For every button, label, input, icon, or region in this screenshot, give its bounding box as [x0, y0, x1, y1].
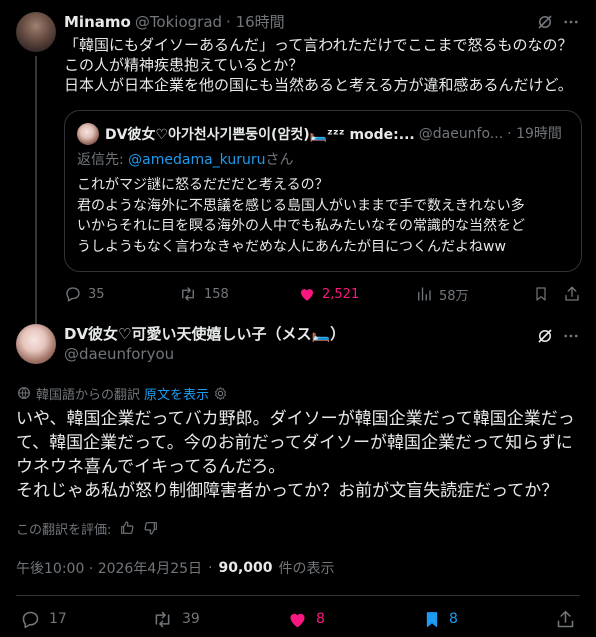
parent-like-count: 2,521 [322, 286, 360, 302]
quoted-header: DV彼女♡아가천사기쁜둥이(암컷)🛏️ᶻᶻᶻ mode:... @daeunfo… [105, 123, 562, 145]
main-tweet-text: いや、韓国企業だってバカ野郎。ダイソーが韓国企業だって韓国企業だっ て、韓国企業… [16, 407, 586, 503]
parent-text-line: 日本人が日本企業を他の国にも当然あると考える方が違和感あるんだけど。 [64, 76, 573, 94]
parent-time[interactable]: · 16時間 [226, 12, 285, 32]
parent-share-button[interactable] [562, 284, 582, 304]
quoted-text-line: 君のような海外に不思議を感じる島国人がいままで手で数えきれない多 [77, 197, 525, 214]
timestamp[interactable]: 午後10:00 · 2026年4月25日 [16, 558, 202, 578]
thumbs-down-icon[interactable] [143, 520, 159, 536]
main-retweet-count: 39 [182, 611, 200, 627]
main-like-count: 8 [316, 611, 325, 627]
timestamp-row: 午後10:00 · 2026年4月25日 · 90,000 件の表示 [16, 558, 335, 578]
parent-tweet-text: 「韓国にもダイソーあるんだ」って言われただけでここまで怒るものなの？ この人が精… [64, 35, 584, 95]
quoted-text-line: これがマジ謎に怒るだだだと考えるの？ [77, 177, 329, 193]
main-text-line: ウネウネ喜んでイキってるんだろ。 [16, 457, 286, 477]
parent-display-name[interactable]: Minamo [64, 13, 131, 31]
quoted-avatar [77, 123, 99, 145]
like-icon [301, 289, 313, 301]
views-value: 90,000 [218, 560, 273, 576]
main-reply-button[interactable]: 17 [20, 608, 67, 630]
quoted-text-line: うしようもなく言わなきゃだめな人にあんたが目につくんだよねww [77, 238, 506, 255]
grok-icon[interactable] [535, 12, 555, 32]
more-icon[interactable] [561, 12, 581, 32]
settings-icon[interactable] [213, 386, 228, 401]
retweet-icon [155, 611, 170, 627]
rate-translation-label: この翻訳を評価: [16, 522, 112, 538]
parent-header: Minamo @Tokiograd · 16時間 [64, 12, 285, 32]
translation-label: 韓国語からの翻訳 [36, 387, 141, 403]
main-like-button[interactable]: 8 [287, 608, 325, 630]
share-icon [565, 286, 579, 301]
main-retweet-button[interactable]: 39 [151, 608, 200, 630]
quoted-reply-to: 返信先: @amedama_kururuさん [77, 151, 294, 170]
show-original-link[interactable]: 原文を表示 [144, 384, 209, 403]
main-bookmark-count: 8 [449, 611, 458, 627]
parent-reply-button[interactable]: 35 [64, 284, 105, 304]
main-reply-count: 17 [49, 611, 67, 627]
bookmark-icon [536, 287, 546, 301]
main-avatar[interactable] [16, 324, 56, 364]
quoted-text: これがマジ謎に怒るだだだと考えるの？ 君のような海外に不思議を感じる島国人がいま… [77, 175, 573, 257]
parent-retweet-button[interactable]: 158 [178, 284, 229, 304]
main-bookmark-button[interactable]: 8 [423, 608, 458, 630]
bookmark-icon [426, 611, 438, 627]
actions-divider [16, 595, 580, 596]
parent-retweet-count: 158 [204, 286, 229, 302]
like-icon [290, 613, 305, 627]
main-display-name[interactable]: DV彼女♡可愛い天使嬉しい子（メス🛏️） [64, 324, 345, 344]
main-text-line: それじゃあ私が怒り制御障害者かってか？お前が文盲失読症だってか？ [16, 481, 559, 501]
retweet-icon [182, 287, 194, 301]
parent-handle[interactable]: @Tokiograd [135, 12, 222, 32]
reply-icon [22, 611, 39, 628]
dot-separator: · [208, 560, 213, 576]
main-more-icon[interactable] [561, 326, 581, 346]
parent-text-line: この人が精神疾患抱えているとか？ [64, 56, 304, 74]
parent-views-count: 58万 [439, 288, 469, 304]
main-handle[interactable]: @daeunforyou [64, 344, 345, 364]
quoted-tweet-card[interactable]: DV彼女♡아가천사기쁜둥이(암컷)🛏️ᶻᶻᶻ mode:... @daeunfo… [64, 110, 582, 272]
quoted-handle: @daeunfo... [418, 125, 504, 142]
parent-reply-count: 35 [88, 286, 105, 302]
reply-icon [66, 287, 80, 302]
main-grok-icon[interactable] [535, 326, 555, 346]
parent-avatar[interactable] [16, 12, 56, 52]
quoted-display-name: DV彼女♡아가천사기쁜둥이(암컷)🛏️ᶻᶻᶻ mode:... [105, 127, 415, 143]
translation-note: 韓国語からの翻訳 原文を表示 [16, 384, 228, 403]
rate-translation: この翻訳を評価: [16, 518, 159, 538]
main-header: DV彼女♡可愛い天使嬉しい子（メス🛏️） @daeunforyou [64, 324, 345, 364]
main-text-line: て、韓国企業だって。今のお前だってダイソーが韓国企業だって知らずに [16, 433, 573, 453]
reply-to-handle[interactable]: @amedama_kururu [128, 152, 265, 168]
thumbs-up-icon[interactable] [119, 520, 135, 536]
quoted-text-line: いからそれに目を瞑る海外の人中でも私みたいなその常識的な当然をど [77, 218, 525, 234]
translate-icon [18, 387, 30, 399]
reply-to-suffix: さん [265, 152, 294, 168]
parent-text-line: 「韓国にもダイソーあるんだ」って言われただけでここまで怒るものなの？ [64, 36, 573, 54]
main-text-line: いや、韓国企業だってバカ野郎。ダイソーが韓国企業だって韓国企業だっ [16, 409, 575, 429]
share-icon [557, 610, 573, 627]
parent-like-button[interactable]: 2,521 [298, 284, 359, 304]
views-icon [418, 287, 431, 301]
thread-connector-line [35, 56, 37, 324]
parent-views-button[interactable]: 58万 [415, 284, 469, 304]
views-label: 件の表示 [278, 561, 335, 577]
parent-bookmark-button[interactable] [531, 284, 551, 304]
quoted-time: · 19時間 [507, 125, 562, 142]
main-share-button[interactable] [554, 608, 576, 630]
reply-to-prefix: 返信先: [77, 152, 129, 168]
